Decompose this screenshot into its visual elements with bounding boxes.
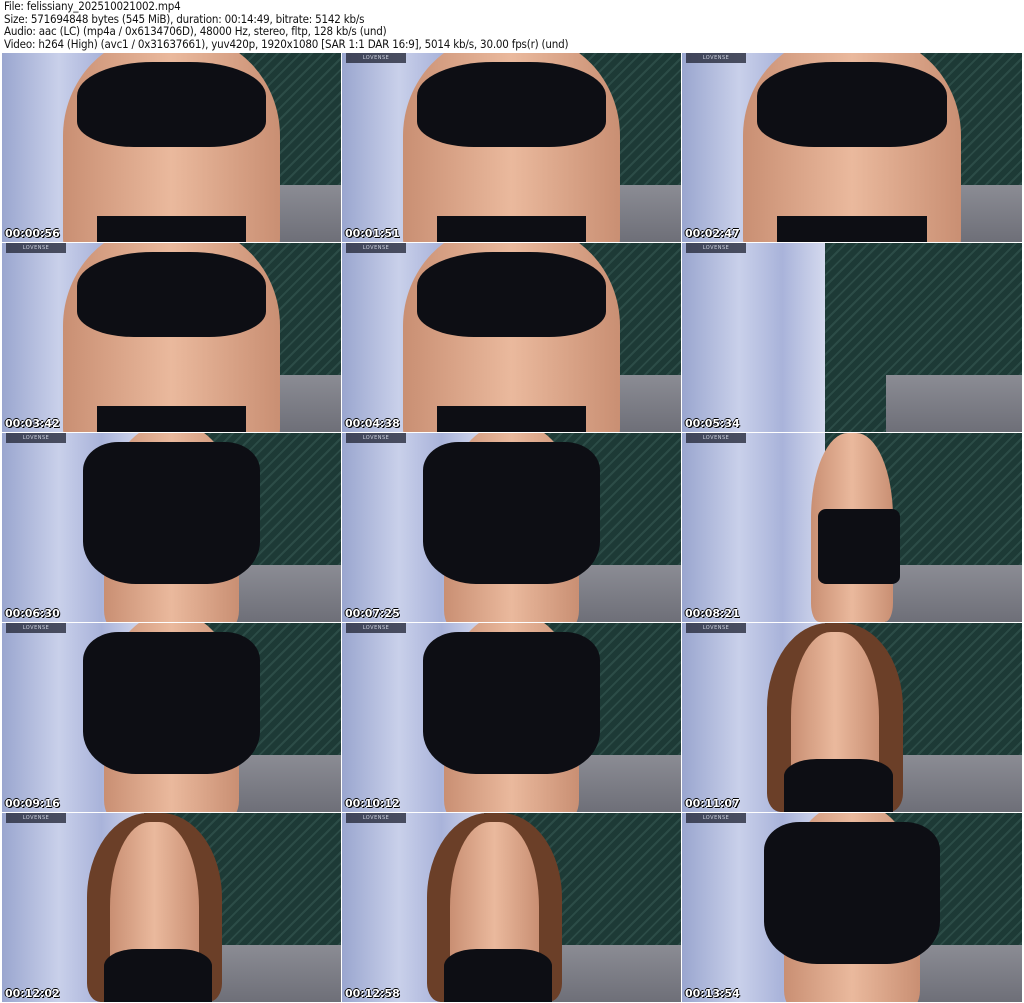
timestamp: 00:11:07 [685,797,740,810]
video-info: Video: h264 (High) (avc1 / 0x31637661), … [4,36,569,51]
timestamp: 00:12:58 [345,987,400,1000]
timestamp: 00:03:42 [5,417,60,430]
thumbnail: LOVENSE 00:08:21 [682,433,1022,622]
thumbnail: LOVENSE 00:10:12 [342,623,681,812]
audio-info: Audio: aac (LC) (mp4a / 0x6134706D), 480… [4,24,387,39]
video-frame [2,813,341,1002]
watermark-logo: LOVENSE [346,623,406,633]
timestamp: 00:04:38 [345,417,400,430]
watermark-logo: LOVENSE [346,243,406,253]
watermark-logo: LOVENSE [686,53,746,63]
sofa [886,565,1022,622]
curtain [682,243,825,432]
timestamp: 00:02:47 [685,227,740,240]
sofa [545,945,681,1002]
video-frame [2,433,341,622]
thumbnail: LOVENSE 00:09:16 [2,623,341,812]
thumbnail: LOVENSE 00:12:02 [2,813,341,1002]
thumbnail: LOVENSE 00:04:38 [342,243,681,432]
thumbnail-grid: 00:00:56 LOVENSE 00:01:51 LOVENSE 00:02:47 LO… [2,53,1022,1002]
watermark-logo: LOVENSE [6,813,66,823]
timestamp: 00:00:56 [5,227,60,240]
video-frame [682,813,1022,1002]
thumbnail: LOVENSE 00:13:54 [682,813,1022,1002]
watermark-logo: LOVENSE [686,813,746,823]
timestamp: 00:10:12 [345,797,400,810]
watermark-logo: LOVENSE [346,813,406,823]
watermark-logo: LOVENSE [6,433,66,443]
watermark-logo: LOVENSE [6,623,66,633]
timestamp: 00:01:51 [345,227,400,240]
video-frame [682,53,1022,242]
video-frame [342,243,681,432]
file-name: File: felissiany_202510021002.mp4 [4,0,181,13]
sofa [886,755,1022,812]
thumbnail: LOVENSE 00:12:58 [342,813,681,1002]
video-frame [682,623,1022,812]
timestamp: 00:12:02 [5,987,60,1000]
video-frame [342,53,681,242]
timestamp: 00:09:16 [5,797,60,810]
thumbnail: LOVENSE 00:01:51 [342,53,681,242]
watermark-logo: LOVENSE [686,623,746,633]
video-frame [342,433,681,622]
thumbnail: LOVENSE 00:02:47 [682,53,1022,242]
sofa [205,945,341,1002]
timestamp: 00:05:34 [685,417,740,430]
timestamp: 00:13:54 [685,987,740,1000]
watermark-logo: LOVENSE [6,243,66,253]
video-frame [342,623,681,812]
video-frame [2,53,341,242]
thumbnail: LOVENSE 00:06:30 [2,433,341,622]
timestamp: 00:06:30 [5,607,60,620]
video-frame [682,433,1022,622]
video-frame [342,813,681,1002]
video-frame [2,623,341,812]
video-frame [682,243,1022,432]
timestamp: 00:08:21 [685,607,740,620]
thumbnail: 00:00:56 [2,53,341,242]
thumbnail: LOVENSE 00:11:07 [682,623,1022,812]
video-frame [2,243,341,432]
thumbnail: LOVENSE 00:03:42 [2,243,341,432]
watermark-logo: LOVENSE [346,433,406,443]
watermark-logo: LOVENSE [686,433,746,443]
thumbnail: LOVENSE 00:07:25 [342,433,681,622]
timestamp: 00:07:25 [345,607,400,620]
thumbnail: LOVENSE 00:05:34 [682,243,1022,432]
file-info-header: File: felissiany_202510021002.mp4 Size: … [4,0,569,51]
watermark-logo: LOVENSE [346,53,406,63]
watermark-logo: LOVENSE [686,243,746,253]
sofa [886,375,1022,432]
curtain [682,433,825,622]
